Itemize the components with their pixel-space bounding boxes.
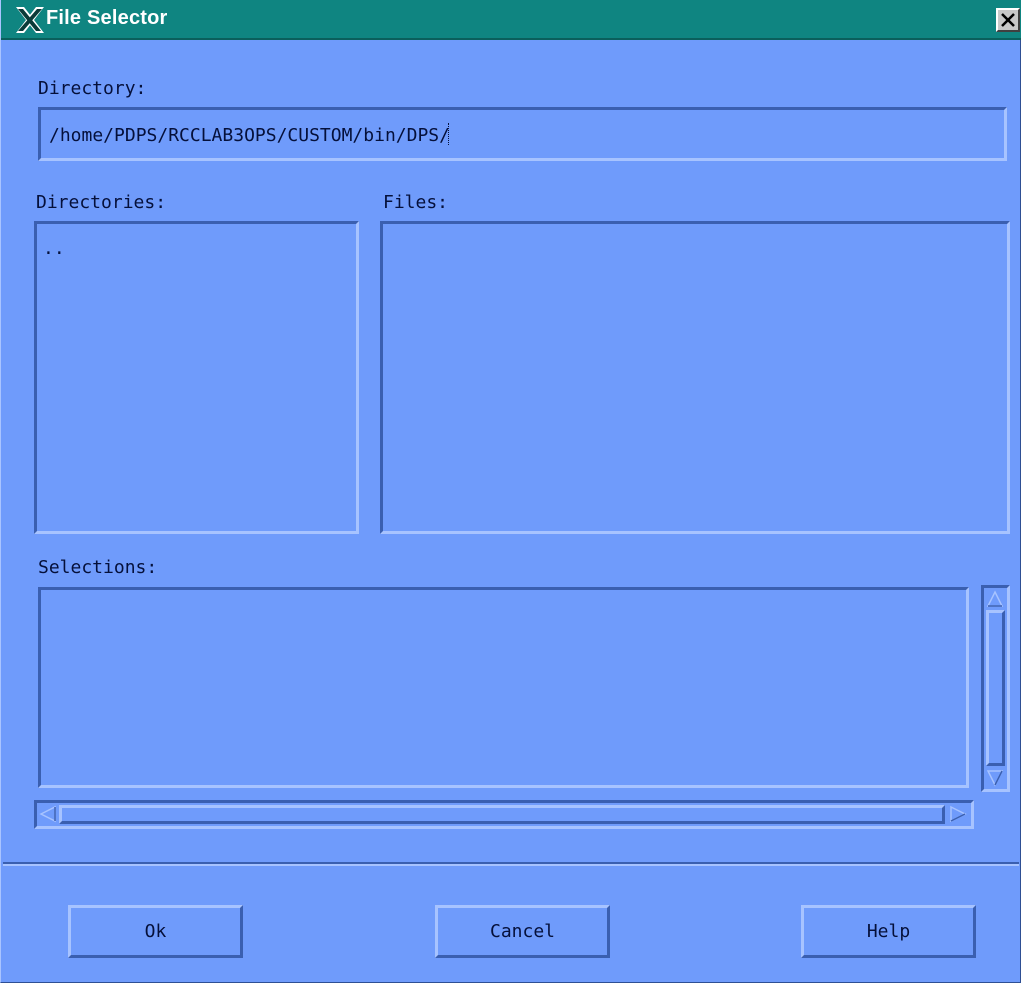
directory-input-value: /home/PDPS/RCCLAB3OPS/CUSTOM/bin/DPS/ [49,125,450,146]
selections-label: Selections: [38,557,158,578]
close-icon [1001,13,1015,27]
vertical-scroll-thumb[interactable] [986,610,1005,766]
title-bar[interactable]: File Selector [1,0,1021,40]
cancel-button[interactable]: Cancel [435,905,610,958]
window-title: File Selector [46,7,168,29]
x-window-logo-icon [16,7,44,33]
selections-horizontal-scrollbar[interactable] [34,800,974,829]
selections-vertical-scrollbar[interactable] [981,585,1010,792]
ok-button-label: Ok [144,921,167,942]
help-button-label: Help [866,921,911,942]
scroll-down-arrow-icon[interactable] [986,769,1004,787]
directories-label: Directories: [36,192,167,213]
file-selector-window: File Selector Directory: /home/PDPS/RCCL… [0,0,1021,983]
scroll-left-arrow-icon[interactable] [39,805,57,823]
button-area-separator [3,862,1019,866]
horizontal-scroll-thumb[interactable] [59,805,945,824]
directory-label: Directory: [38,78,147,99]
cancel-button-label: Cancel [489,921,556,942]
selections-list[interactable] [38,587,969,788]
files-label: Files: [383,192,449,213]
directories-list[interactable]: .. [34,221,359,534]
directory-item-parent[interactable]: .. [43,238,65,259]
close-button[interactable] [996,8,1020,32]
ok-button[interactable]: Ok [68,905,243,958]
files-list[interactable] [380,221,1010,534]
help-button[interactable]: Help [801,905,976,958]
directory-input[interactable]: /home/PDPS/RCCLAB3OPS/CUSTOM/bin/DPS/ [38,107,1007,161]
scroll-right-arrow-icon[interactable] [949,805,967,823]
scroll-up-arrow-icon[interactable] [986,590,1004,608]
text-caret [447,123,457,145]
